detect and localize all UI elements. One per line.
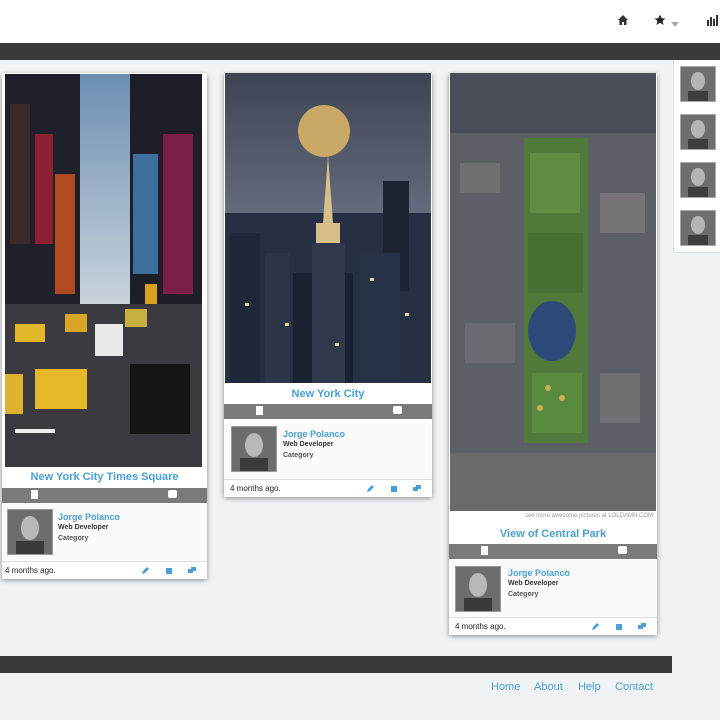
author-role: Web Developer: [283, 441, 334, 448]
author-panel: Jorge Polanco Web Developer Category: [225, 420, 431, 478]
post-card: New York City Times Square Jorge Polanco…: [2, 73, 207, 579]
footer-link-about[interactable]: About: [534, 681, 563, 693]
trash-icon[interactable]: [390, 485, 398, 492]
author-name[interactable]: Jorge Polanco: [283, 429, 345, 439]
footer-bar: [0, 656, 672, 673]
sidebar-avatar[interactable]: [680, 114, 716, 150]
author-panel: Jorge Polanco Web Developer Category: [450, 560, 656, 616]
chrysler-building-moon-photo[interactable]: [225, 73, 431, 383]
post-card: see more awesome pictures at LOLDAMN.COM…: [449, 73, 657, 635]
footer-link-help[interactable]: Help: [578, 681, 601, 693]
edit-icon[interactable]: [592, 623, 600, 630]
avatar[interactable]: [7, 509, 53, 555]
post-title[interactable]: New York City Times Square: [2, 471, 207, 483]
times-square-photo[interactable]: [5, 74, 202, 467]
trash-icon[interactable]: [615, 623, 623, 630]
avatar[interactable]: [231, 426, 277, 472]
share-icon[interactable]: [188, 567, 196, 574]
post-footer: 4 months ago.: [449, 617, 657, 635]
like-icon[interactable]: [168, 490, 177, 498]
document-icon[interactable]: [256, 406, 263, 415]
post-time: 4 months ago.: [455, 622, 506, 631]
header-bar: [0, 43, 720, 60]
share-icon[interactable]: [413, 485, 421, 492]
action-bar: [2, 488, 207, 503]
home-icon[interactable]: [617, 14, 629, 30]
post-footer: 4 months ago.: [224, 479, 432, 497]
top-navbar: [0, 0, 720, 43]
like-icon[interactable]: [618, 546, 627, 554]
post-title[interactable]: New York City: [224, 388, 432, 400]
post-time: 4 months ago.: [5, 566, 56, 575]
author-name[interactable]: Jorge Polanco: [508, 568, 570, 578]
sidebar-avatar[interactable]: [680, 66, 716, 102]
post-title[interactable]: View of Central Park: [449, 528, 657, 540]
author-role: Web Developer: [58, 524, 109, 531]
post-time: 4 months ago.: [230, 484, 281, 493]
share-icon[interactable]: [638, 623, 646, 630]
watermark: see more awesome pictures at LOLDAMN.COM: [524, 513, 653, 519]
post-footer: 4 months ago.: [2, 561, 207, 579]
bar-chart-icon[interactable]: [707, 14, 719, 30]
post-category: Category: [58, 535, 89, 542]
action-bar: [224, 404, 432, 419]
edit-icon[interactable]: [142, 567, 150, 574]
footer-link-contact[interactable]: Contact: [615, 681, 653, 693]
footer-link-home[interactable]: Home: [491, 681, 520, 693]
caret-down-icon[interactable]: [671, 16, 679, 32]
author-name[interactable]: Jorge Polanco: [58, 512, 120, 522]
sidebar-avatar[interactable]: [680, 210, 716, 246]
author-role: Web Developer: [508, 580, 559, 587]
post-category: Category: [508, 591, 539, 598]
edit-icon[interactable]: [367, 485, 375, 492]
like-icon[interactable]: [393, 406, 402, 414]
sidebar-avatar[interactable]: [680, 162, 716, 198]
document-icon[interactable]: [31, 490, 38, 499]
action-bar: [449, 544, 657, 559]
author-panel: Jorge Polanco Web Developer Category: [3, 504, 206, 560]
document-icon[interactable]: [481, 546, 488, 555]
avatar[interactable]: [455, 566, 501, 612]
post-category: Category: [283, 452, 314, 459]
central-park-aerial-photo[interactable]: [450, 73, 656, 511]
trash-icon[interactable]: [165, 567, 173, 574]
post-card: New York City Jorge Polanco Web Develope…: [224, 73, 432, 497]
star-icon[interactable]: [654, 14, 666, 30]
